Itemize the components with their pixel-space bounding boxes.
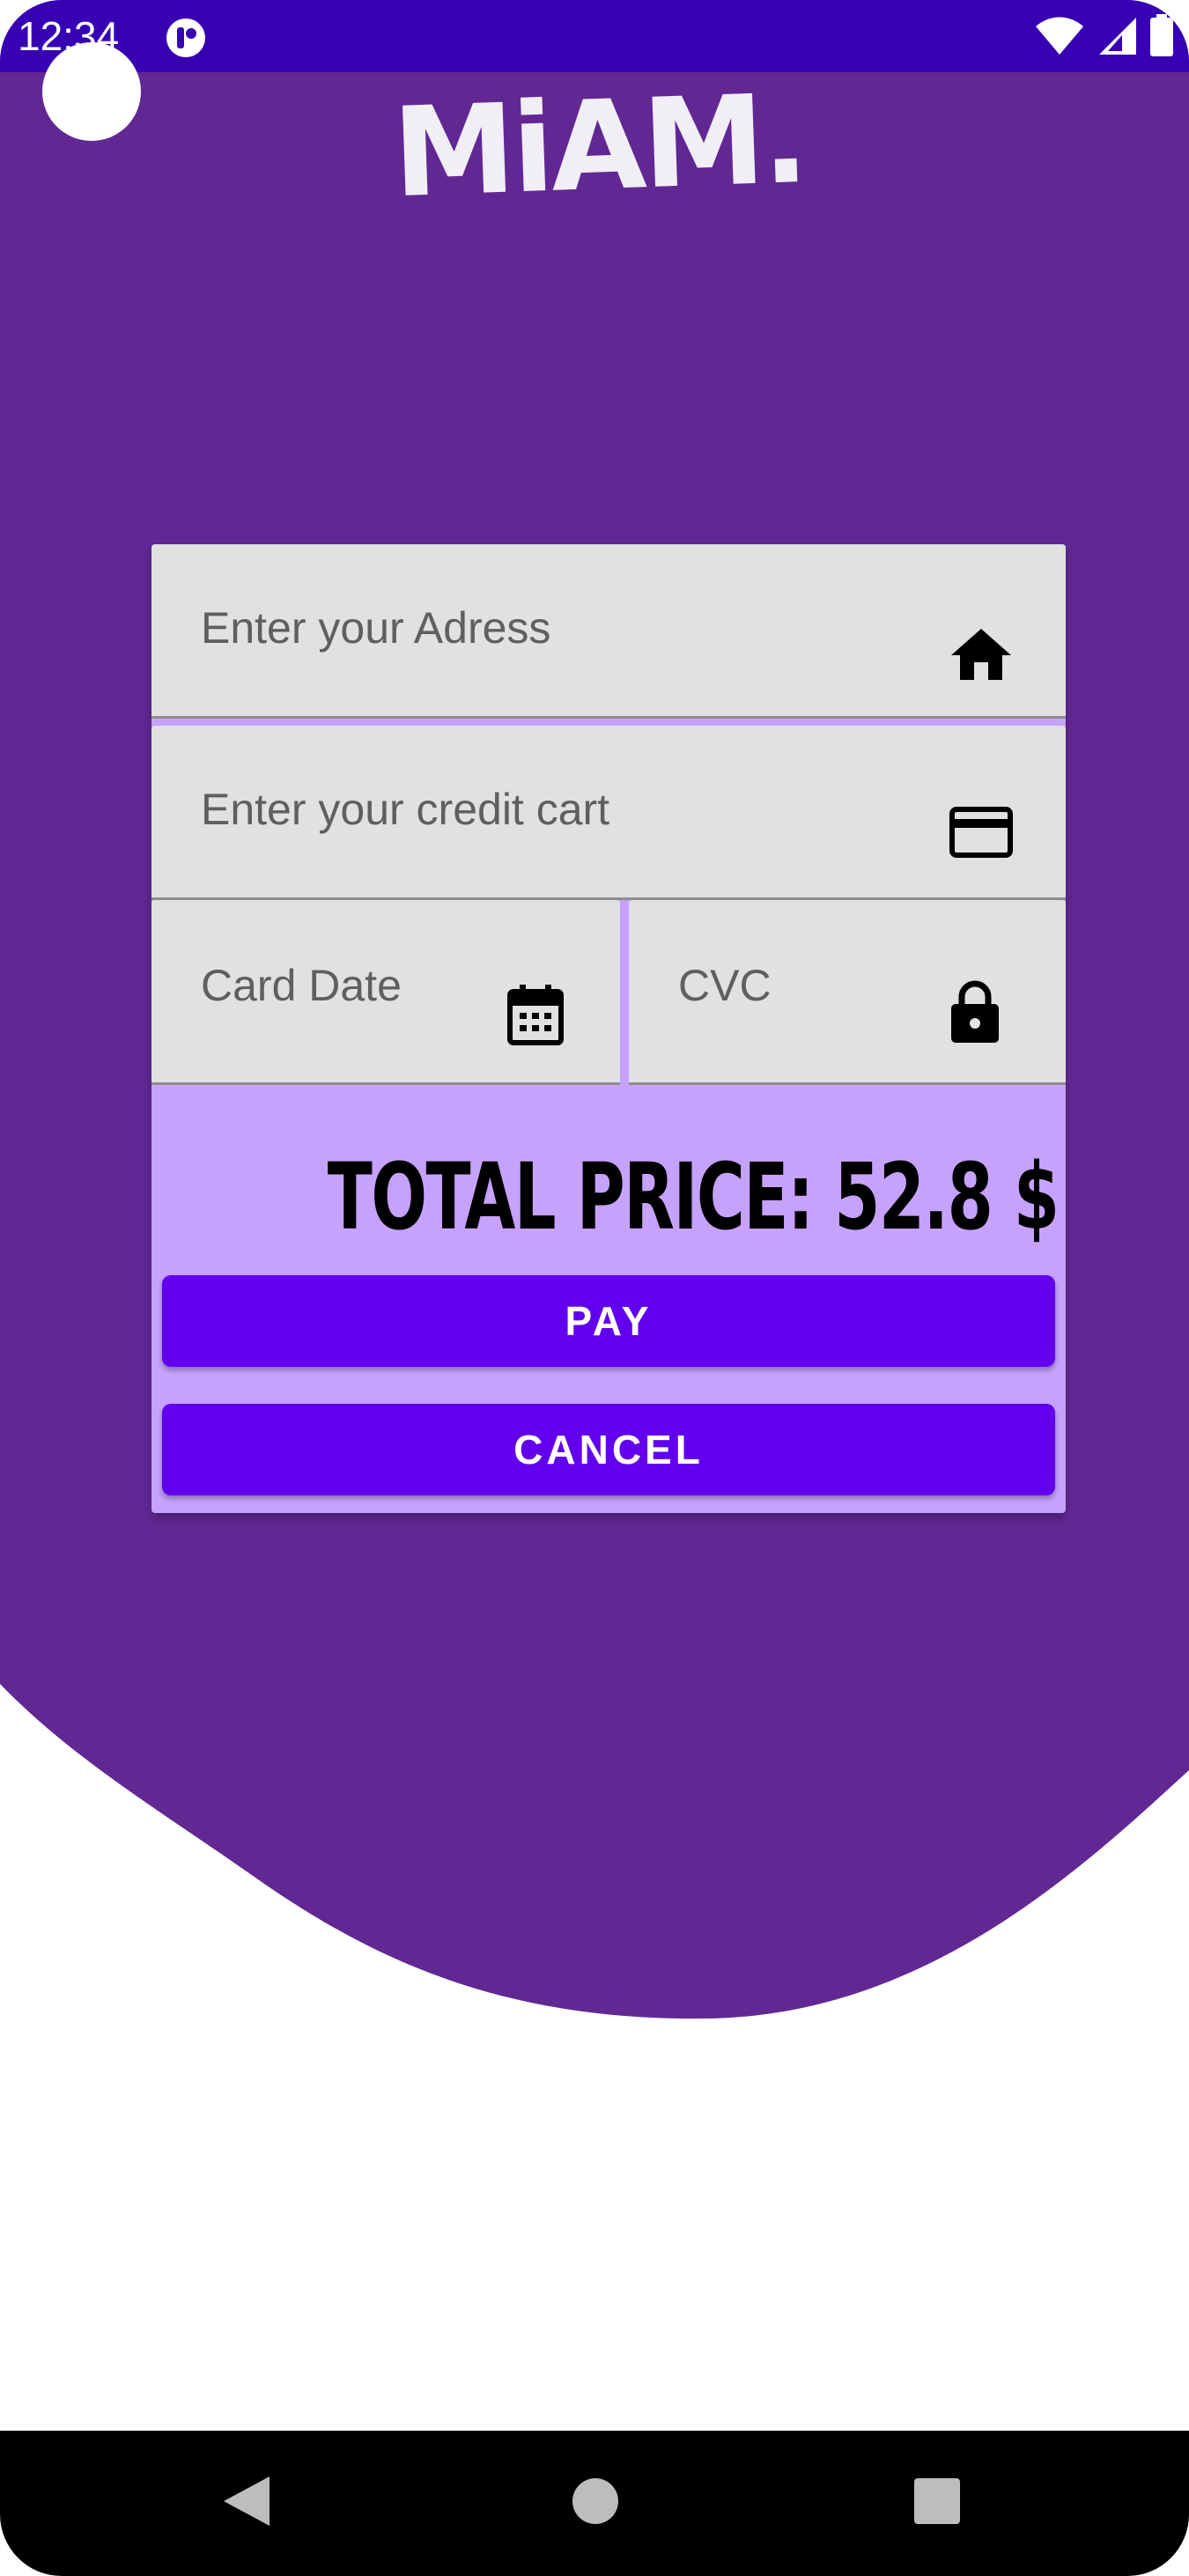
cvc-field[interactable]: CVC — [629, 900, 1066, 1085]
home-icon — [951, 629, 1011, 680]
status-bar: 12:34 — [0, 0, 1189, 72]
address-field[interactable]: Enter your Adress — [151, 544, 1066, 719]
credit-card-icon — [949, 807, 1013, 858]
home-circle-icon[interactable] — [571, 2476, 620, 2526]
status-icons — [1034, 14, 1175, 58]
app-screen: 12:34 MiAM. Enter your Adress Enter your… — [0, 0, 1189, 2576]
lock-icon — [951, 980, 999, 1043]
calendar-icon — [507, 985, 564, 1045]
payment-card: Enter your Adress Enter your credit cart… — [151, 544, 1066, 1513]
recents-square-icon[interactable] — [912, 2476, 962, 2526]
logo-text: MiAM. — [390, 67, 808, 225]
credit-card-placeholder: Enter your credit cart — [201, 785, 610, 834]
back-triangle-icon[interactable] — [222, 2475, 271, 2528]
total-price: TOTAL PRICE: 52.8 $ — [328, 1143, 1060, 1251]
wifi-icon — [1036, 17, 1083, 55]
app-logo: MiAM. — [390, 67, 808, 225]
camera-cutout — [42, 42, 141, 141]
address-placeholder: Enter your Adress — [201, 603, 551, 653]
credit-card-field[interactable]: Enter your credit cart — [151, 726, 1066, 900]
navigation-bar — [0, 2431, 1189, 2576]
pay-button[interactable]: PAY — [162, 1275, 1055, 1367]
cvc-placeholder: CVC — [678, 961, 772, 1010]
notification-app-icon — [166, 18, 205, 57]
cancel-button[interactable]: CANCEL — [162, 1404, 1055, 1495]
battery-icon — [1150, 14, 1173, 56]
card-date-field[interactable]: Card Date — [151, 900, 620, 1085]
signal-icon — [1099, 18, 1136, 55]
card-date-placeholder: Card Date — [201, 961, 402, 1010]
